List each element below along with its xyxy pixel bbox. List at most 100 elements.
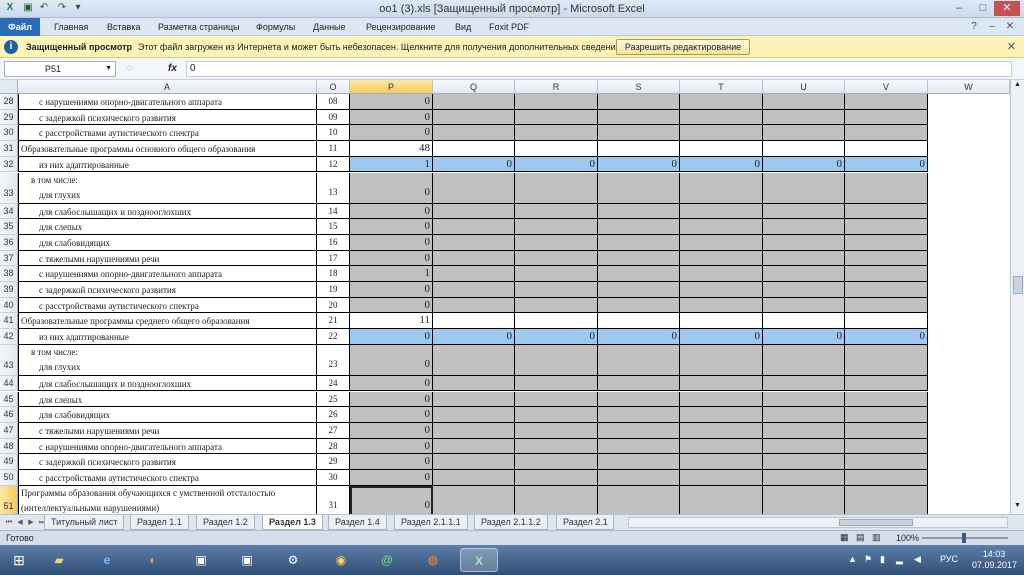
value-cell[interactable] (845, 438, 928, 455)
protected-view-message[interactable]: Этот файл загружен из Интернета и может … (138, 42, 623, 52)
row-code-cell[interactable]: 23 (317, 344, 350, 376)
value-cell[interactable] (515, 250, 598, 267)
column-header-s[interactable]: S (598, 80, 680, 94)
value-cell[interactable] (763, 344, 845, 376)
value-cell[interactable] (433, 375, 515, 392)
value-cell-p[interactable]: 0 (350, 234, 433, 251)
value-cell[interactable] (845, 94, 928, 110)
page-break-view-icon[interactable]: ▥ (872, 532, 881, 543)
value-cell[interactable] (598, 422, 680, 439)
value-cell[interactable] (598, 470, 680, 486)
value-cell[interactable] (763, 470, 845, 486)
row-header[interactable]: 35 (0, 219, 18, 235)
column-header-t[interactable]: T (680, 80, 763, 94)
column-header-q[interactable]: Q (433, 80, 515, 94)
column-header-r[interactable]: R (515, 80, 598, 94)
value-cell[interactable] (433, 391, 515, 408)
app-globe-icon[interactable]: ◐ (134, 548, 172, 572)
value-cell[interactable]: 0 (433, 329, 515, 345)
value-cell-p[interactable]: 0 (350, 407, 433, 423)
label-cell[interactable]: для слабослышащих и позднооглохших (18, 203, 317, 220)
value-cell[interactable] (433, 172, 515, 204)
value-cell[interactable] (763, 375, 845, 392)
row-header[interactable]: 48 (0, 438, 18, 455)
label-cell[interactable]: для слабовидящих (18, 407, 317, 423)
value-cell[interactable] (680, 391, 763, 408)
label-cell[interactable]: Образовательные программы основного обще… (18, 141, 317, 157)
value-cell[interactable] (598, 375, 680, 392)
row-code-cell[interactable]: 16 (317, 234, 350, 251)
label-cell[interactable]: из них адаптированные (18, 329, 317, 345)
value-cell[interactable] (598, 250, 680, 267)
tab-file[interactable]: Файл (0, 18, 40, 36)
value-cell[interactable] (845, 282, 928, 298)
chevron-down-icon[interactable]: ▼ (105, 62, 112, 76)
tray-device-icon[interactable]: ▮ (880, 554, 885, 565)
row-header[interactable]: 36 (0, 234, 18, 251)
row-code-cell[interactable]: 12 (317, 156, 350, 173)
tab-view[interactable]: Вид (451, 18, 475, 36)
vertical-scroll-thumb[interactable] (1013, 276, 1023, 294)
column-header-u[interactable]: U (763, 80, 845, 94)
column-header-v[interactable]: V (845, 80, 928, 94)
value-cell[interactable] (515, 94, 598, 110)
value-cell[interactable] (845, 391, 928, 408)
value-cell-p[interactable]: 0 (350, 375, 433, 392)
row-code-cell[interactable]: 27 (317, 422, 350, 439)
value-cell[interactable]: 0 (845, 329, 928, 345)
value-cell[interactable]: 0 (845, 156, 928, 173)
value-cell[interactable] (680, 422, 763, 439)
row-header[interactable]: 40 (0, 297, 18, 314)
row-header[interactable]: 33 (0, 172, 18, 204)
value-cell[interactable] (845, 454, 928, 470)
value-cell[interactable] (515, 172, 598, 204)
value-cell[interactable] (680, 470, 763, 486)
label-cell[interactable]: с задержкой психического развития (18, 282, 317, 298)
value-cell[interactable] (598, 454, 680, 470)
label-cell[interactable]: в том числе: для глухих (18, 344, 317, 376)
value-cell-p[interactable]: 0 (350, 470, 433, 486)
row-code-cell[interactable]: 30 (317, 470, 350, 486)
clock[interactable]: 14:03 07.09.2017 (972, 549, 1017, 571)
row-code-cell[interactable]: 29 (317, 454, 350, 470)
value-cell[interactable] (680, 141, 763, 157)
row-header[interactable]: 46 (0, 407, 18, 423)
row-header[interactable]: 43 (0, 344, 18, 376)
volume-icon[interactable]: ◀ (914, 554, 921, 565)
row-header[interactable]: 32 (0, 156, 18, 173)
value-cell[interactable] (680, 125, 763, 142)
horizontal-scroll-thumb[interactable] (839, 519, 913, 526)
windows-start-icon[interactable]: ⊞ (4, 548, 34, 572)
app-tools-icon[interactable]: ⚙ (274, 548, 312, 572)
value-cell[interactable] (515, 234, 598, 251)
row-header[interactable]: 49 (0, 454, 18, 470)
value-cell-p[interactable]: 0 (350, 219, 433, 235)
row-header[interactable]: 39 (0, 282, 18, 298)
value-cell[interactable] (515, 407, 598, 423)
page-layout-view-icon[interactable]: ▤ (856, 532, 865, 543)
spreadsheet-grid[interactable]: AOPQRSTUVW 28 с нарушениями опорно-двигат… (0, 80, 1010, 514)
value-cell[interactable] (845, 125, 928, 142)
label-cell[interactable]: для слабовидящих (18, 234, 317, 251)
scroll-up-icon[interactable]: ▲ (1014, 81, 1021, 88)
label-cell[interactable]: для слабослышащих и позднооглохших (18, 375, 317, 392)
language-indicator[interactable]: РУС (940, 554, 958, 564)
row-header[interactable]: 41 (0, 313, 18, 330)
file-explorer-icon[interactable]: ▰ (40, 548, 78, 572)
row-header[interactable]: 45 (0, 391, 18, 408)
value-cell[interactable] (680, 109, 763, 126)
row-header[interactable]: 38 (0, 266, 18, 282)
window-close-icon[interactable]: ✕ (1004, 21, 1016, 33)
value-cell[interactable] (515, 141, 598, 157)
insert-function-button[interactable]: fx (168, 63, 177, 74)
firefox-icon[interactable]: ◍ (414, 548, 452, 572)
value-cell-p[interactable]: 0 (350, 438, 433, 455)
value-cell[interactable] (845, 234, 928, 251)
value-cell[interactable] (433, 438, 515, 455)
value-cell[interactable] (433, 250, 515, 267)
value-cell[interactable] (598, 313, 680, 330)
row-code-cell[interactable]: 18 (317, 266, 350, 282)
value-cell-p[interactable]: 0 (350, 125, 433, 142)
value-cell[interactable] (433, 485, 515, 514)
value-cell[interactable] (515, 422, 598, 439)
